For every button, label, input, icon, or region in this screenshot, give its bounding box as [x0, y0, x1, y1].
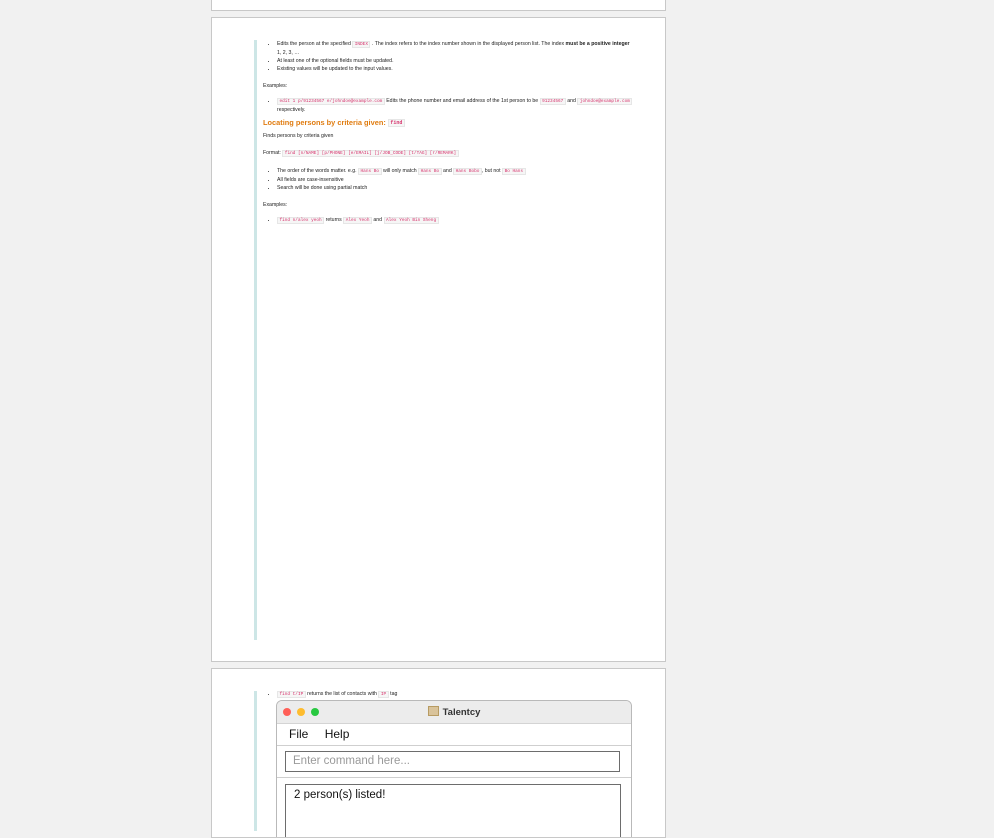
list-item: find t/IP returns the list of contacts w…: [277, 690, 633, 699]
inline-code: 91234567: [539, 98, 566, 105]
result-display: 2 person(s) listed!: [285, 784, 621, 837]
bold-text: must be a positive integer: [565, 41, 630, 47]
text: returns the list of contacts with: [307, 691, 377, 697]
format-label: Format:: [263, 150, 281, 156]
format-line: Format: find [n/NAME] [p/PHONE] [e/EMAIL…: [263, 149, 633, 158]
text: 1, 2, 3, …: [277, 50, 300, 56]
inline-code: find [n/NAME] [p/PHONE] [e/EMAIL] [j/JOB…: [282, 150, 459, 157]
window-titlebar: Talentcy: [277, 701, 631, 724]
examples-label: Examples:: [263, 83, 288, 89]
blockquote-bar: [254, 40, 257, 640]
inline-code: INDEX: [352, 41, 371, 48]
heading-text: Locating persons by criteria given:: [263, 118, 386, 127]
text: and: [373, 217, 383, 223]
app-icon: [427, 706, 439, 716]
text: respectively.: [277, 107, 306, 113]
inline-code: IP: [378, 691, 389, 698]
text: returns: [325, 217, 342, 223]
inline-code: Alex Yeoh: [343, 217, 372, 224]
app-window-screenshot: Talentcy File Help Enter command here...…: [276, 700, 632, 837]
inline-code: Bo Hans: [502, 168, 526, 175]
menu-help[interactable]: Help: [325, 727, 350, 741]
inline-code: find n/alex yeoh: [277, 217, 325, 224]
list-item: find n/alex yeoh returns Alex Yeoh and A…: [277, 216, 633, 225]
menu-file[interactable]: File: [289, 727, 308, 741]
find-examples-list: find n/alex yeoh returns Alex Yeoh and A…: [263, 216, 633, 225]
inline-code: Alex Yeoh Bin Sheng: [383, 217, 439, 224]
inline-code: Hans Bo: [418, 168, 442, 175]
text: The order of the words matter. e.g.: [277, 168, 357, 174]
inline-code: Hans Bo: [358, 168, 382, 175]
text: . The index refers to the index number s…: [371, 41, 565, 47]
inline-code: Hans Bobo: [453, 168, 482, 175]
examples-label: Examples:: [263, 202, 288, 208]
command-area: Enter command here...: [277, 746, 631, 778]
window-title-text: Talentcy: [442, 707, 481, 718]
inline-code: johndoe@example.com: [577, 98, 633, 105]
window-title: Talentcy: [277, 706, 631, 718]
list-item: Edits the person at the specified INDEX …: [277, 40, 633, 57]
text: tag: [390, 691, 398, 697]
edit-notes-list: Edits the person at the specified INDEX …: [263, 40, 633, 73]
description: Finds persons by criteria given: [263, 133, 334, 139]
section-heading: Locating persons by criteria given: find: [263, 117, 633, 129]
find-notes-list: The order of the words matter. e.g. Hans…: [263, 167, 633, 192]
inline-code: find t/IP: [277, 691, 306, 698]
menu-bar: File Help: [277, 724, 631, 746]
text: and: [567, 98, 576, 104]
text: Edits the phone number and email address…: [386, 98, 539, 104]
edit-examples-list: edit 1 p/91234567 e/johndoe@example.com …: [263, 97, 633, 114]
pdf-page-1: [211, 0, 666, 11]
find-examples-list: find t/IP returns the list of contacts w…: [263, 690, 633, 699]
inline-code: find: [387, 119, 405, 127]
inline-code: edit 1 p/91234567 e/johndoe@example.com: [277, 98, 385, 105]
list-item: At least one of the optional fields must…: [277, 57, 633, 65]
blockquote-bar: [254, 691, 257, 831]
text: and: [443, 168, 452, 174]
list-item: Existing values will be updated to the i…: [277, 65, 633, 73]
text: Edits the person at the specified: [277, 41, 351, 47]
list-item: The order of the words matter. e.g. Hans…: [277, 167, 633, 176]
list-item: Search will be done using partial match: [277, 184, 633, 192]
page-content: Edits the person at the specified INDEX …: [263, 40, 633, 225]
page-content: find t/IP returns the list of contacts w…: [263, 690, 633, 699]
text: , but not: [481, 168, 501, 174]
text: will only match: [382, 168, 417, 174]
list-item: All fields are case-insensitive: [277, 176, 633, 184]
list-item: edit 1 p/91234567 e/johndoe@example.com …: [277, 97, 633, 114]
pdf-page-2: Edits the person at the specified INDEX …: [211, 17, 666, 662]
command-input[interactable]: Enter command here...: [285, 751, 620, 772]
pdf-page-3: find t/IP returns the list of contacts w…: [211, 668, 666, 838]
